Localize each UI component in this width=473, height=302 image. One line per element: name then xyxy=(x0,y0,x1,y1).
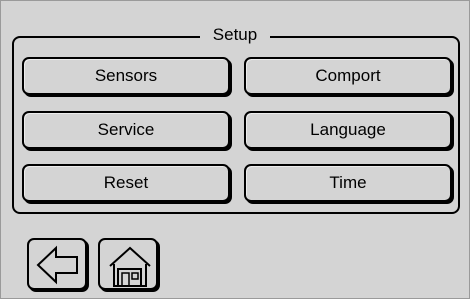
sensors-button[interactable]: Sensors xyxy=(22,57,230,95)
home-button[interactable] xyxy=(98,238,158,290)
back-button[interactable] xyxy=(27,238,87,290)
service-button[interactable]: Service xyxy=(22,111,230,149)
left-arrow-icon xyxy=(36,245,78,285)
comport-button[interactable]: Comport xyxy=(244,57,452,95)
reset-button[interactable]: Reset xyxy=(22,164,230,202)
setup-screen: Setup Sensors Comport Service Language R… xyxy=(0,0,470,299)
setup-title-label: Setup xyxy=(199,25,271,44)
home-icon xyxy=(109,246,151,287)
setup-title: Setup xyxy=(1,25,469,45)
language-button[interactable]: Language xyxy=(244,111,452,149)
time-button[interactable]: Time xyxy=(244,164,452,202)
